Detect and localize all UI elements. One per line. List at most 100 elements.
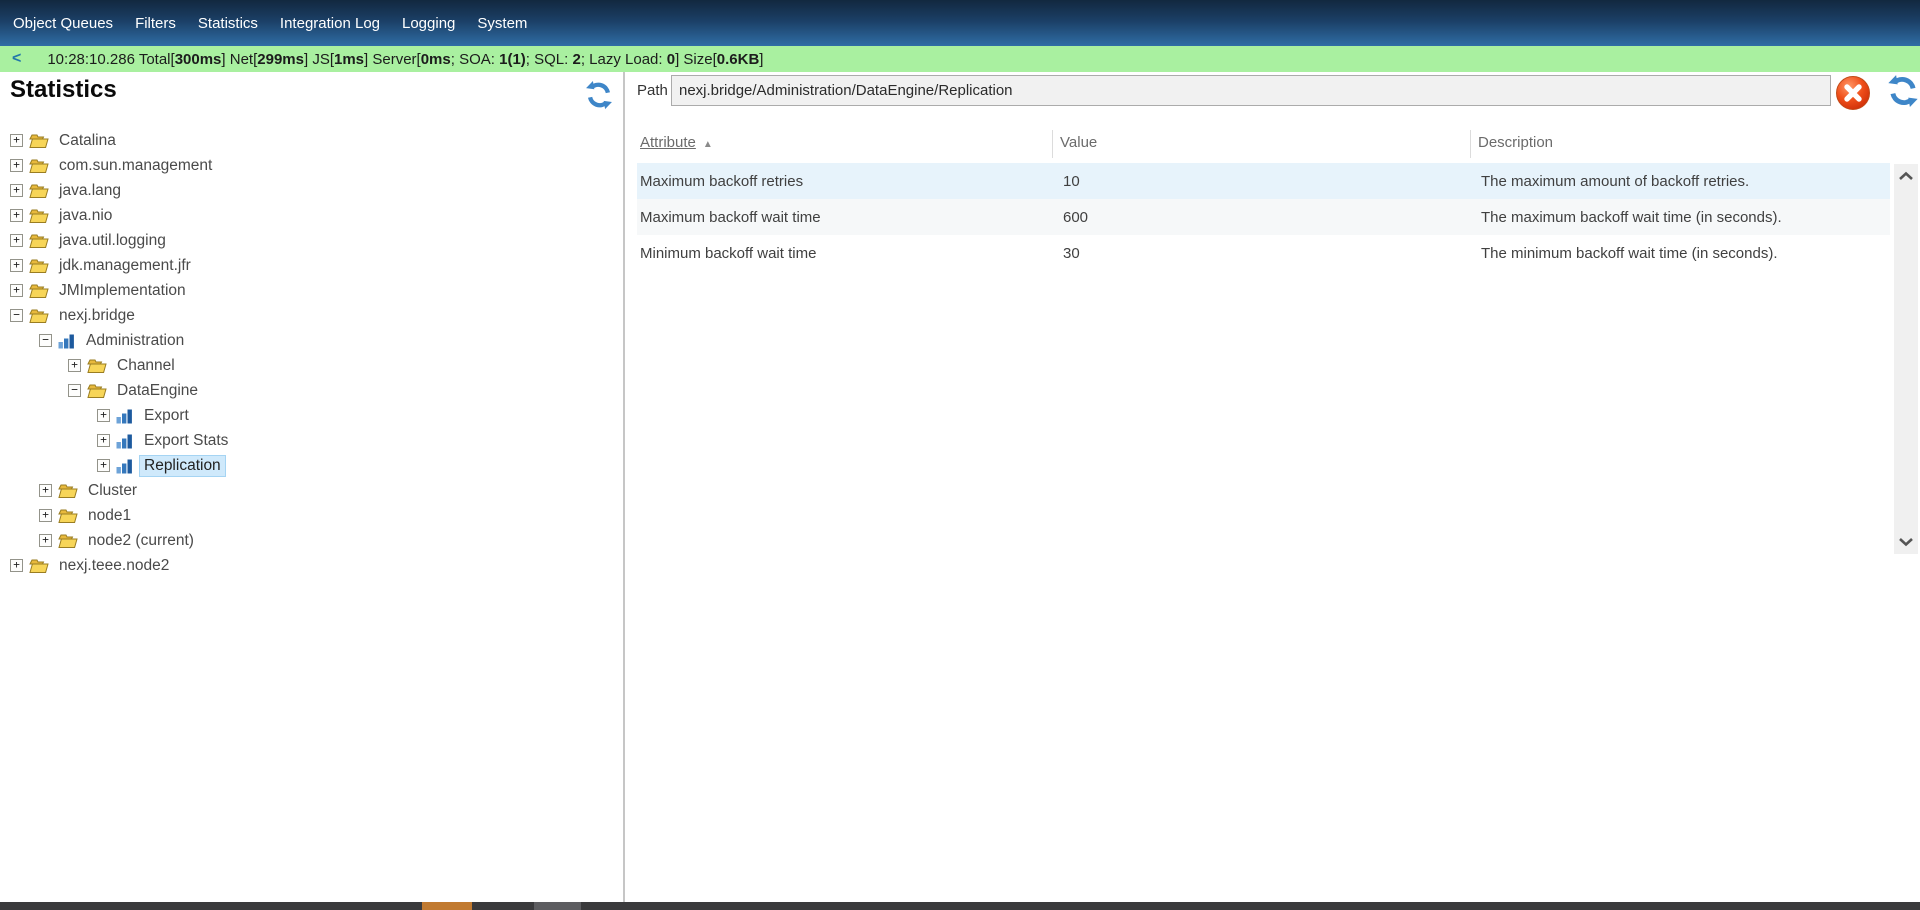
tree-item-catalina[interactable]: +Catalina [0,128,610,153]
menu-item-object-queues[interactable]: Object Queues [2,8,124,39]
folder-icon [29,558,49,574]
menu-item-statistics[interactable]: Statistics [187,8,269,39]
value-cell: 600 [1060,209,1478,226]
collapse-icon[interactable]: − [68,384,81,397]
folder-icon [87,383,107,399]
back-arrow-icon[interactable]: < [12,50,21,68]
expand-icon[interactable]: + [10,159,23,172]
menu-item-logging[interactable]: Logging [391,8,466,39]
table-row[interactable]: Minimum backoff wait time30The minimum b… [637,235,1890,271]
column-separator [1470,130,1471,158]
folder-icon [29,183,49,199]
collapse-icon[interactable]: − [39,334,52,347]
table-row[interactable]: Maximum backoff retries10The maximum amo… [637,163,1890,199]
close-button[interactable] [1834,74,1872,112]
expand-icon[interactable]: + [39,509,52,522]
tree-item-label: Administration [82,331,188,351]
tree-item-label: node1 [84,506,135,526]
tree-item-nexj-bridge[interactable]: − nexj.bridge [0,303,610,328]
column-header-description[interactable]: Description [1478,134,1553,151]
status-segment: ; SQL: [526,51,573,68]
tree-item-administration[interactable]: − Administration [0,328,610,353]
taskbar-orange-segment [422,902,472,910]
refresh-detail-icon[interactable] [1886,74,1920,108]
tree-item-label: nexj.bridge [55,306,139,326]
tree-item-label: Cluster [84,481,141,501]
expand-icon[interactable]: + [97,459,110,472]
tree-item-java-lang[interactable]: + java.lang [0,178,610,203]
expand-icon[interactable]: + [97,409,110,422]
tree-item-java-util-logging[interactable]: + java.util.logging [0,228,610,253]
status-segment: ; Lazy Load: [581,51,667,68]
status-segment: ; SOA: [451,51,499,68]
folder-icon [29,258,49,274]
scroll-up-icon[interactable] [1898,171,1914,181]
expand-icon[interactable]: + [10,234,23,247]
expand-icon[interactable]: + [97,434,110,447]
status-segment: 10:28:10.286 Total[ [47,51,174,68]
tree-item-export[interactable]: +Export [0,403,610,428]
menu-item-filters[interactable]: Filters [124,8,187,39]
menu-item-integration-log[interactable]: Integration Log [269,8,391,39]
tree-item-node2-current[interactable]: + node2 (current) [0,528,610,553]
expand-icon[interactable]: + [10,184,23,197]
taskbar-gray-segment [534,902,581,910]
tree-item-jmimplementation[interactable]: + JMImplementation [0,278,610,303]
expand-icon[interactable]: + [10,259,23,272]
expand-icon[interactable]: + [10,559,23,572]
status-segment: ] JS[ [304,51,334,68]
main-area: Statistics +Catalina+com.sun.management+… [0,72,1920,902]
menu-item-system[interactable]: System [466,8,538,39]
detail-panel: Path [625,72,1920,902]
status-segment: 2 [572,51,580,68]
path-input[interactable] [671,75,1831,106]
status-segment: ] Server[ [364,51,421,68]
expand-icon[interactable]: + [39,484,52,497]
scroll-down-icon[interactable] [1898,537,1914,547]
tree-item-com-sun-management[interactable]: +com.sun.management [0,153,610,178]
tree-item-label: nexj.teee.node2 [55,556,173,576]
page-title: Statistics [10,76,117,104]
expand-icon[interactable]: + [10,134,23,147]
expand-icon[interactable]: + [10,284,23,297]
folder-icon [87,358,107,374]
tree-item-label: node2 (current) [84,531,198,551]
tree-item-channel[interactable]: +Channel [0,353,610,378]
tree-item-label: java.util.logging [55,231,170,251]
table-row[interactable]: Maximum backoff wait time600The maximum … [637,199,1890,235]
tree-item-cluster[interactable]: + Cluster [0,478,610,503]
status-segment: ] Size[ [675,51,717,68]
tree-item-nexj-teee-node2[interactable]: + nexj.teee.node2 [0,553,610,578]
expand-icon[interactable]: + [68,359,81,372]
expand-icon[interactable]: + [39,534,52,547]
status-segment: ] [759,51,763,68]
status-segment: 300ms [175,51,222,68]
tree-item-label: java.lang [55,181,125,201]
description-cell: The maximum amount of backoff retries. [1478,173,1890,190]
tree-item-label: JMImplementation [55,281,190,301]
tree-item-label: Replication [140,456,225,476]
chart-icon [116,433,134,449]
refresh-tree-icon[interactable] [584,80,614,110]
chart-icon [58,333,76,349]
folder-icon [58,533,78,549]
collapse-icon[interactable]: − [10,309,23,322]
attribute-sort-link[interactable]: Attribute [640,134,696,151]
column-header-attribute[interactable]: Attribute▲ [640,134,713,151]
tree-item-export-stats[interactable]: + Export Stats [0,428,610,453]
description-cell: The maximum backoff wait time (in second… [1478,209,1890,226]
tree-item-node1[interactable]: + node1 [0,503,610,528]
vertical-scrollbar[interactable] [1894,164,1918,554]
folder-icon [29,233,49,249]
tree-item-java-nio[interactable]: +java.nio [0,203,610,228]
folder-icon [58,483,78,499]
tree-item-jdk-management-jfr[interactable]: +jdk.management.jfr [0,253,610,278]
tree-item-label: Export Stats [140,431,232,451]
expand-icon[interactable]: + [10,209,23,222]
column-header-value[interactable]: Value [1060,134,1097,151]
attribute-cell: Maximum backoff wait time [637,209,1060,226]
status-bar: < 10:28:10.286 Total[300ms] Net[299ms] J… [0,46,1920,72]
tree-item-dataengine[interactable]: −DataEngine [0,378,610,403]
tree-item-replication[interactable]: + Replication [0,453,610,478]
status-timing-text: 10:28:10.286 Total[300ms] Net[299ms] JS[… [47,51,763,68]
